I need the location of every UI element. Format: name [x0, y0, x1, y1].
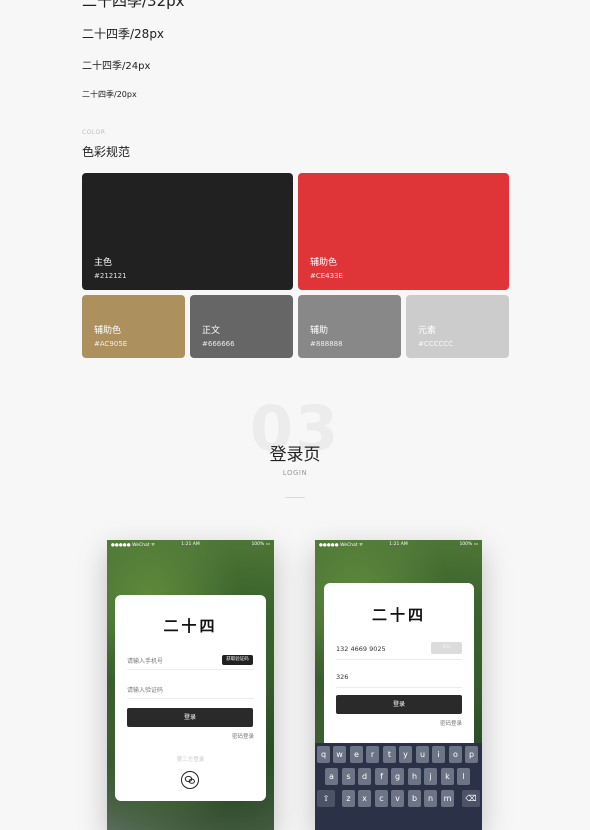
key-s[interactable]: s [342, 768, 355, 785]
phone-field-underline [336, 659, 462, 660]
battery-indicator: 100% ▭ [459, 542, 478, 547]
key-a[interactable]: a [325, 768, 338, 785]
key-b[interactable]: b [408, 790, 421, 807]
key-c[interactable]: c [375, 790, 388, 807]
key-h[interactable]: h [408, 768, 421, 785]
swatch-secondary-red: 辅助色 #CE433E [298, 173, 509, 290]
wechat-glyph [184, 775, 195, 784]
key-y[interactable]: y [399, 746, 412, 763]
password-login-link[interactable]: 密码登录 [440, 719, 462, 727]
key-p[interactable]: p [465, 746, 478, 763]
backspace-icon[interactable]: ⌫ [462, 790, 480, 807]
status-time: 1:21 AM [181, 542, 200, 547]
swatch-name: 元素 [418, 326, 437, 336]
key-n[interactable]: n [424, 790, 437, 807]
login-section-title: 登录页 [269, 445, 321, 465]
brand-logo: 二十四 [371, 606, 426, 624]
login-section-subtitle: LOGIN [282, 469, 308, 477]
swatch-name: 辅助 [310, 326, 329, 336]
key-q[interactable]: q [317, 746, 330, 763]
key-d[interactable]: d [358, 768, 371, 785]
code-input[interactable]: 326 [336, 673, 348, 681]
swatch-name: 主色 [94, 258, 113, 268]
swatch-element: 元素 #CCCCCC [406, 295, 509, 358]
shift-icon[interactable]: ⇧ [317, 790, 335, 807]
status-bar: ●●●●● WeChat ᯤ 1:21 AM 100% ▭ [107, 540, 274, 549]
key-e[interactable]: e [350, 746, 363, 763]
third-party-login-label: 第三方登录 [176, 757, 205, 763]
swatch-body-text: 正文 #666666 [190, 295, 293, 358]
key-m[interactable]: m [441, 790, 454, 807]
battery-indicator: 100% ▭ [251, 542, 270, 547]
phone-mockup-login: ●●●●● WeChat ᯤ 1:21 AM 100% ▭ 二十四 请输入手机号… [107, 540, 274, 830]
swatch-name: 正文 [202, 326, 221, 336]
brand-logo: 二十四 [163, 617, 218, 635]
login-card: 二十四 请输入手机号 获取验证码 请输入验证码 登录 密码登录 第三方登录 [115, 595, 266, 801]
type-sample-20: 二十四季/20px [82, 90, 137, 99]
countdown-button: 60s [431, 642, 462, 654]
type-sample-28: 二十四季/28px [82, 27, 165, 41]
swatch-primary: 主色 #212121 [82, 173, 293, 290]
key-f[interactable]: f [375, 768, 388, 785]
swatch-hex: #CCCCCC [418, 340, 454, 348]
code-input[interactable]: 请输入验证码 [127, 685, 163, 694]
swatch-hex: #888888 [310, 340, 343, 348]
phone-field-underline [127, 669, 254, 670]
login-button[interactable]: 登录 [127, 708, 253, 727]
key-z[interactable]: z [342, 790, 355, 807]
type-sample-24: 二十四季/24px [82, 61, 151, 72]
color-section-title: 色彩规范 [82, 145, 131, 159]
phone-input[interactable]: 请输入手机号 [127, 656, 163, 665]
swatch-hex: #AC905E [94, 340, 128, 348]
key-g[interactable]: g [391, 768, 404, 785]
swatch-hex: #CE433E [310, 272, 343, 280]
phone-input[interactable]: 132 4669 9025 [336, 645, 386, 653]
wechat-icon[interactable] [181, 771, 199, 789]
color-section-label: COLOR [82, 129, 106, 136]
key-l[interactable]: l [457, 768, 470, 785]
password-login-link[interactable]: 密码登录 [232, 732, 254, 740]
phone-mockup-login-filled: ●●●●● WeChat ᯤ 1:21 AM 100% ▭ 二十四 132 46… [315, 540, 482, 830]
keyboard: q w e r t y u i o p a s d f g h j k l ⇧ … [315, 743, 482, 830]
swatch-auxiliary: 辅助 #888888 [298, 295, 401, 358]
type-sample-32: 二十四季/32px [82, 0, 185, 10]
key-r[interactable]: r [366, 746, 379, 763]
key-o[interactable]: o [449, 746, 462, 763]
key-w[interactable]: w [333, 746, 346, 763]
key-i[interactable]: i [432, 746, 445, 763]
status-bar: ●●●●● WeChat ᯤ 1:21 AM 100% ▭ [315, 540, 482, 549]
swatch-hex: #212121 [94, 272, 127, 280]
key-t[interactable]: t [383, 746, 396, 763]
code-field-underline [336, 687, 462, 688]
swatch-name: 辅助色 [310, 258, 338, 268]
key-u[interactable]: u [416, 746, 429, 763]
get-code-button[interactable]: 获取验证码 [222, 655, 253, 665]
key-x[interactable]: x [358, 790, 371, 807]
key-k[interactable]: k [441, 768, 454, 785]
swatch-name: 辅助色 [94, 326, 122, 336]
swatch-secondary-gold: 辅助色 #AC905E [82, 295, 185, 358]
login-button[interactable]: 登录 [336, 695, 462, 714]
key-j[interactable]: j [424, 768, 437, 785]
code-field-underline [127, 698, 254, 699]
key-v[interactable]: v [391, 790, 404, 807]
section-divider [285, 497, 305, 498]
swatch-hex: #666666 [202, 340, 235, 348]
status-time: 1:21 AM [389, 542, 408, 547]
